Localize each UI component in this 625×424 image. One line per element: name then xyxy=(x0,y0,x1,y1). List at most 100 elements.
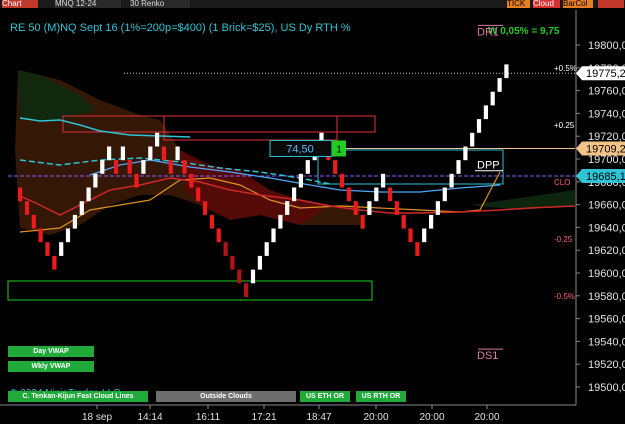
renko-brick xyxy=(408,228,413,243)
renko-brick xyxy=(223,242,228,256)
position-qty: 1 xyxy=(336,144,342,155)
renko-brick xyxy=(250,269,256,284)
renko-brick xyxy=(59,242,64,256)
renko-brick xyxy=(497,78,502,92)
renko-brick xyxy=(360,214,365,229)
renko-brick xyxy=(429,214,434,229)
renko-brick xyxy=(52,255,57,270)
price-tag: 19709,2 xyxy=(576,141,625,156)
renko-brick xyxy=(346,187,351,202)
renko-brick xyxy=(100,160,105,174)
renko-brick xyxy=(127,160,132,174)
pct-label: +0.5% xyxy=(554,64,577,73)
renko-brick xyxy=(278,214,283,229)
renko-brick xyxy=(470,132,475,147)
time-axis: 18 sep 14:14 16:11 17:21 18:47 20:00 20:00 20:0… xyxy=(0,404,576,423)
y-tick-label: 19760,00 xyxy=(588,86,625,98)
position-price: 74,50 xyxy=(286,143,314,155)
indicator-toggle-button[interactable]: US RTH OR xyxy=(356,391,406,402)
renko-brick xyxy=(415,242,420,256)
y-tick-label: 19520,00 xyxy=(588,359,625,371)
renko-brick xyxy=(374,187,379,202)
renko-brick xyxy=(65,228,71,243)
price-axis: 19800,0019780,0019760,0019740,0019720,00… xyxy=(575,10,625,405)
renko-brick xyxy=(264,242,269,256)
y-tick-label: 19740,00 xyxy=(588,108,625,120)
renko-brick xyxy=(216,228,221,243)
renko-brick xyxy=(449,173,454,188)
renko-brick xyxy=(113,160,119,174)
indicator-toggle-button[interactable]: C. Tenkan-Kijun Fast Cloud Lines xyxy=(8,391,148,402)
y-tick-label: 19500,00 xyxy=(588,382,625,394)
indicator-toggle-button[interactable]: Wkly VWAP xyxy=(8,361,94,372)
y-tick-label: 19540,00 xyxy=(588,336,625,348)
y-tick-label: 19600,00 xyxy=(588,268,625,280)
renko-brick xyxy=(134,173,139,188)
renko-brick xyxy=(271,228,276,243)
renko-brick xyxy=(79,201,84,215)
y-tick-label: 19700,00 xyxy=(588,154,625,166)
level-label: DPP xyxy=(477,160,500,172)
renko-brick xyxy=(38,228,43,243)
y-tick-label: 19560,00 xyxy=(588,314,625,326)
x-tick-label: 20:00 xyxy=(474,412,499,423)
chart-window: Chart MNQ 12-24 30 Renko TICK Cloud BarC… xyxy=(0,0,625,424)
x-tick-label: 20:00 xyxy=(419,412,444,423)
renko-brick xyxy=(107,146,112,161)
renko-brick xyxy=(476,119,482,133)
x-tick-label: 16:11 xyxy=(196,412,221,423)
x-tick-label: 18 sep xyxy=(82,412,112,423)
renko-brick xyxy=(237,269,242,284)
renko-brick xyxy=(463,146,468,161)
renko-brick xyxy=(168,160,173,174)
renko-brick xyxy=(182,160,187,174)
renko-brick xyxy=(175,146,180,161)
indicator-toggle-button[interactable]: US ETH OR xyxy=(300,391,350,402)
chart-title: RE 50 (M)NQ Sept 16 (1%=200p=$400) (1 Br… xyxy=(10,22,351,34)
level-label: DS1 xyxy=(477,350,498,362)
price-tag: 19775,2 xyxy=(576,66,625,81)
renko-brick xyxy=(394,201,399,215)
demand-zone-box xyxy=(7,280,373,301)
renko-brick xyxy=(490,91,495,106)
y-tick-label: 19580,00 xyxy=(588,291,625,303)
renko-brick xyxy=(367,201,372,215)
pct-label: -0.25 xyxy=(554,235,573,244)
renko-brick xyxy=(86,187,91,202)
renko-brick xyxy=(298,173,303,188)
indicator-toggle-button[interactable]: Outside Clouds xyxy=(156,391,296,402)
renko-brick xyxy=(333,160,338,174)
indicator-toggle-button[interactable]: Day VWAP xyxy=(8,346,94,357)
renko-brick xyxy=(209,214,214,229)
renko-brick xyxy=(504,64,509,79)
renko-brick xyxy=(196,187,201,202)
renko-brick xyxy=(456,160,461,174)
price-tag: 19685,1 xyxy=(576,168,625,183)
y-tick-label: 19640,00 xyxy=(588,222,625,234)
renko-brick xyxy=(230,255,235,270)
renko-brick xyxy=(93,173,98,188)
x-tick-label: 17:21 xyxy=(251,412,276,423)
renko-brick xyxy=(381,173,386,188)
y-tick-label: 19660,00 xyxy=(588,200,625,212)
y-tick-label: 19800,00 xyxy=(588,40,625,52)
x-tick-label: 18:47 xyxy=(306,412,331,423)
price-tag-label: 19775,2 xyxy=(586,68,625,80)
renko-brick xyxy=(483,105,488,120)
renko-brick xyxy=(72,214,77,229)
x-tick-label: 14:14 xyxy=(137,412,162,423)
y-tick-label: 19720,00 xyxy=(588,131,625,143)
position-marker: 74,50 1 xyxy=(269,139,346,157)
y-tick-label: 19620,00 xyxy=(588,245,625,257)
renko-brick xyxy=(339,173,345,188)
renko-brick xyxy=(155,132,160,147)
price-tag-label: 19709,2 xyxy=(586,143,625,155)
renko-brick xyxy=(120,146,125,161)
renko-brick xyxy=(435,201,440,215)
x-tick-label: 20:00 xyxy=(363,412,388,423)
pct-label: -0.5% xyxy=(554,292,575,301)
renko-brick xyxy=(285,201,290,215)
renko-brick xyxy=(148,146,153,161)
level-label: DR1 xyxy=(477,26,499,38)
renko-brick xyxy=(305,160,310,174)
